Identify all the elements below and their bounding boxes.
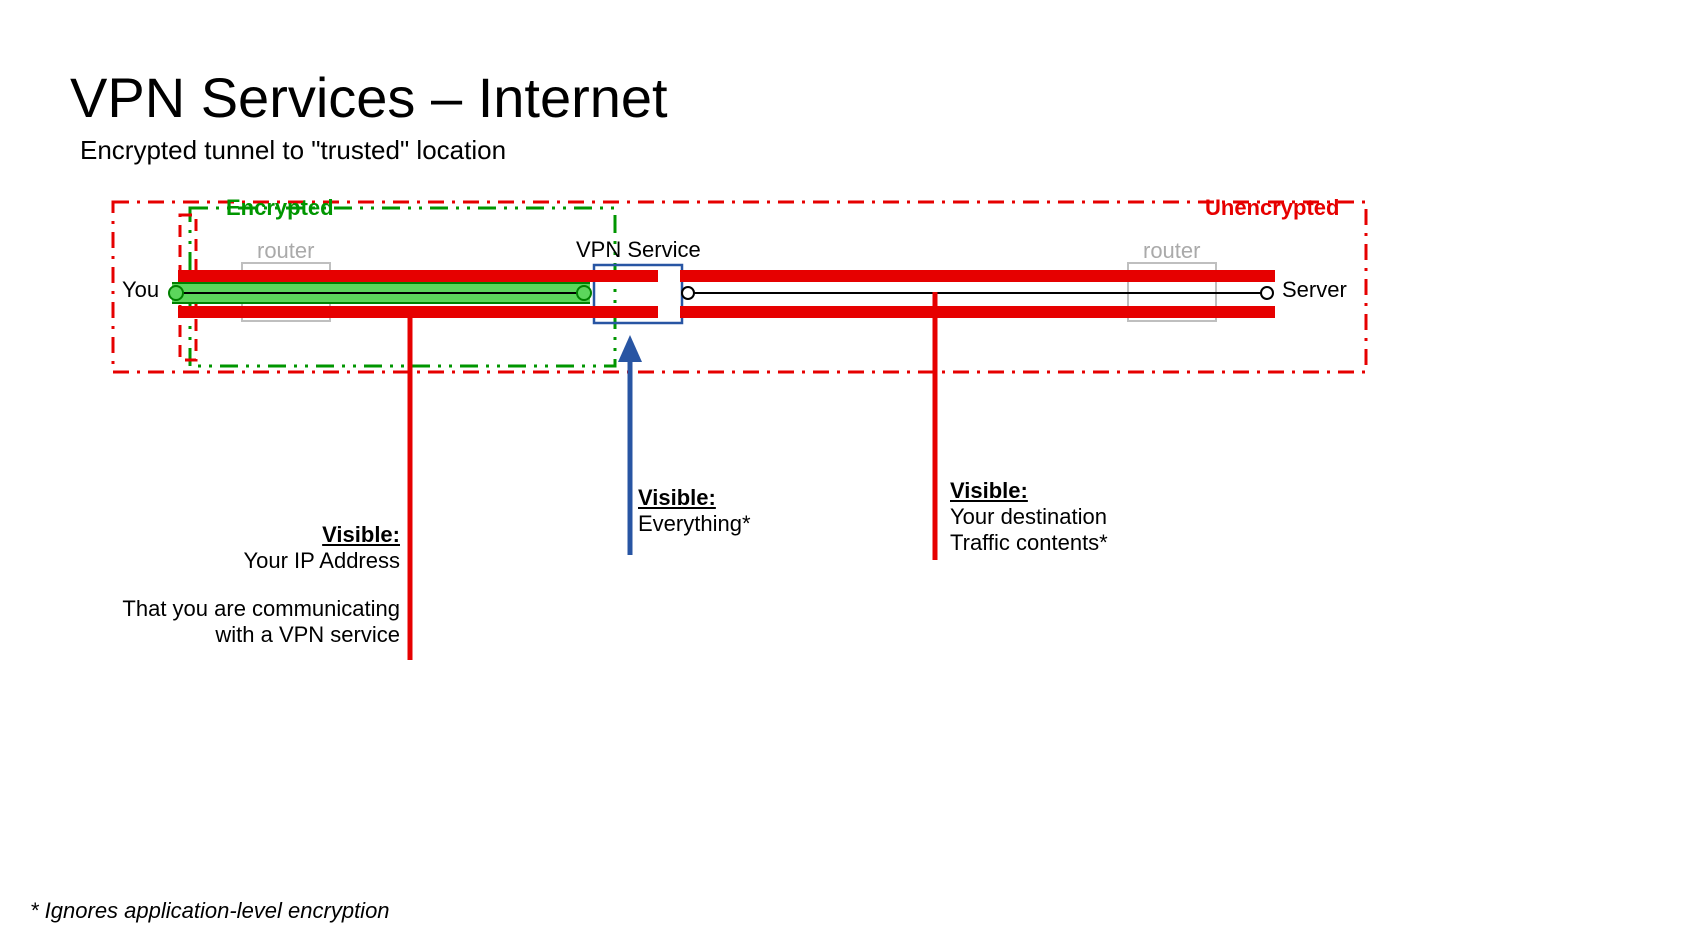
callout-middle-header: Visible: (638, 485, 898, 511)
callout-left-header: Visible: (110, 522, 400, 548)
callout-middle-line1: Everything* (638, 511, 898, 537)
callout-right-line1: Your destination (950, 504, 1270, 530)
label-you: You (122, 277, 159, 303)
callout-right-header: Visible: (950, 478, 1270, 504)
callout-left-line1: Your IP Address (110, 548, 400, 574)
callout-left: Visible: Your IP Address That you are co… (110, 522, 400, 648)
callout-right-line2: Traffic contents* (950, 530, 1270, 556)
label-server: Server (1282, 277, 1347, 303)
vpn-diagram (0, 0, 1687, 949)
callout-middle: Visible: Everything* (638, 485, 898, 537)
callout-right: Visible: Your destination Traffic conten… (950, 478, 1270, 556)
callout-left-line2: That you are communicating (110, 596, 400, 622)
label-unencrypted: Unencrypted (1205, 195, 1339, 221)
label-router-1: router (257, 238, 314, 264)
footnote: * Ignores application-level encryption (30, 898, 390, 924)
label-encrypted: Encrypted (226, 195, 334, 221)
label-vpn-service: VPN Service (576, 237, 701, 263)
label-router-2: router (1143, 238, 1200, 264)
callout-left-line3: with a VPN service (110, 622, 400, 648)
